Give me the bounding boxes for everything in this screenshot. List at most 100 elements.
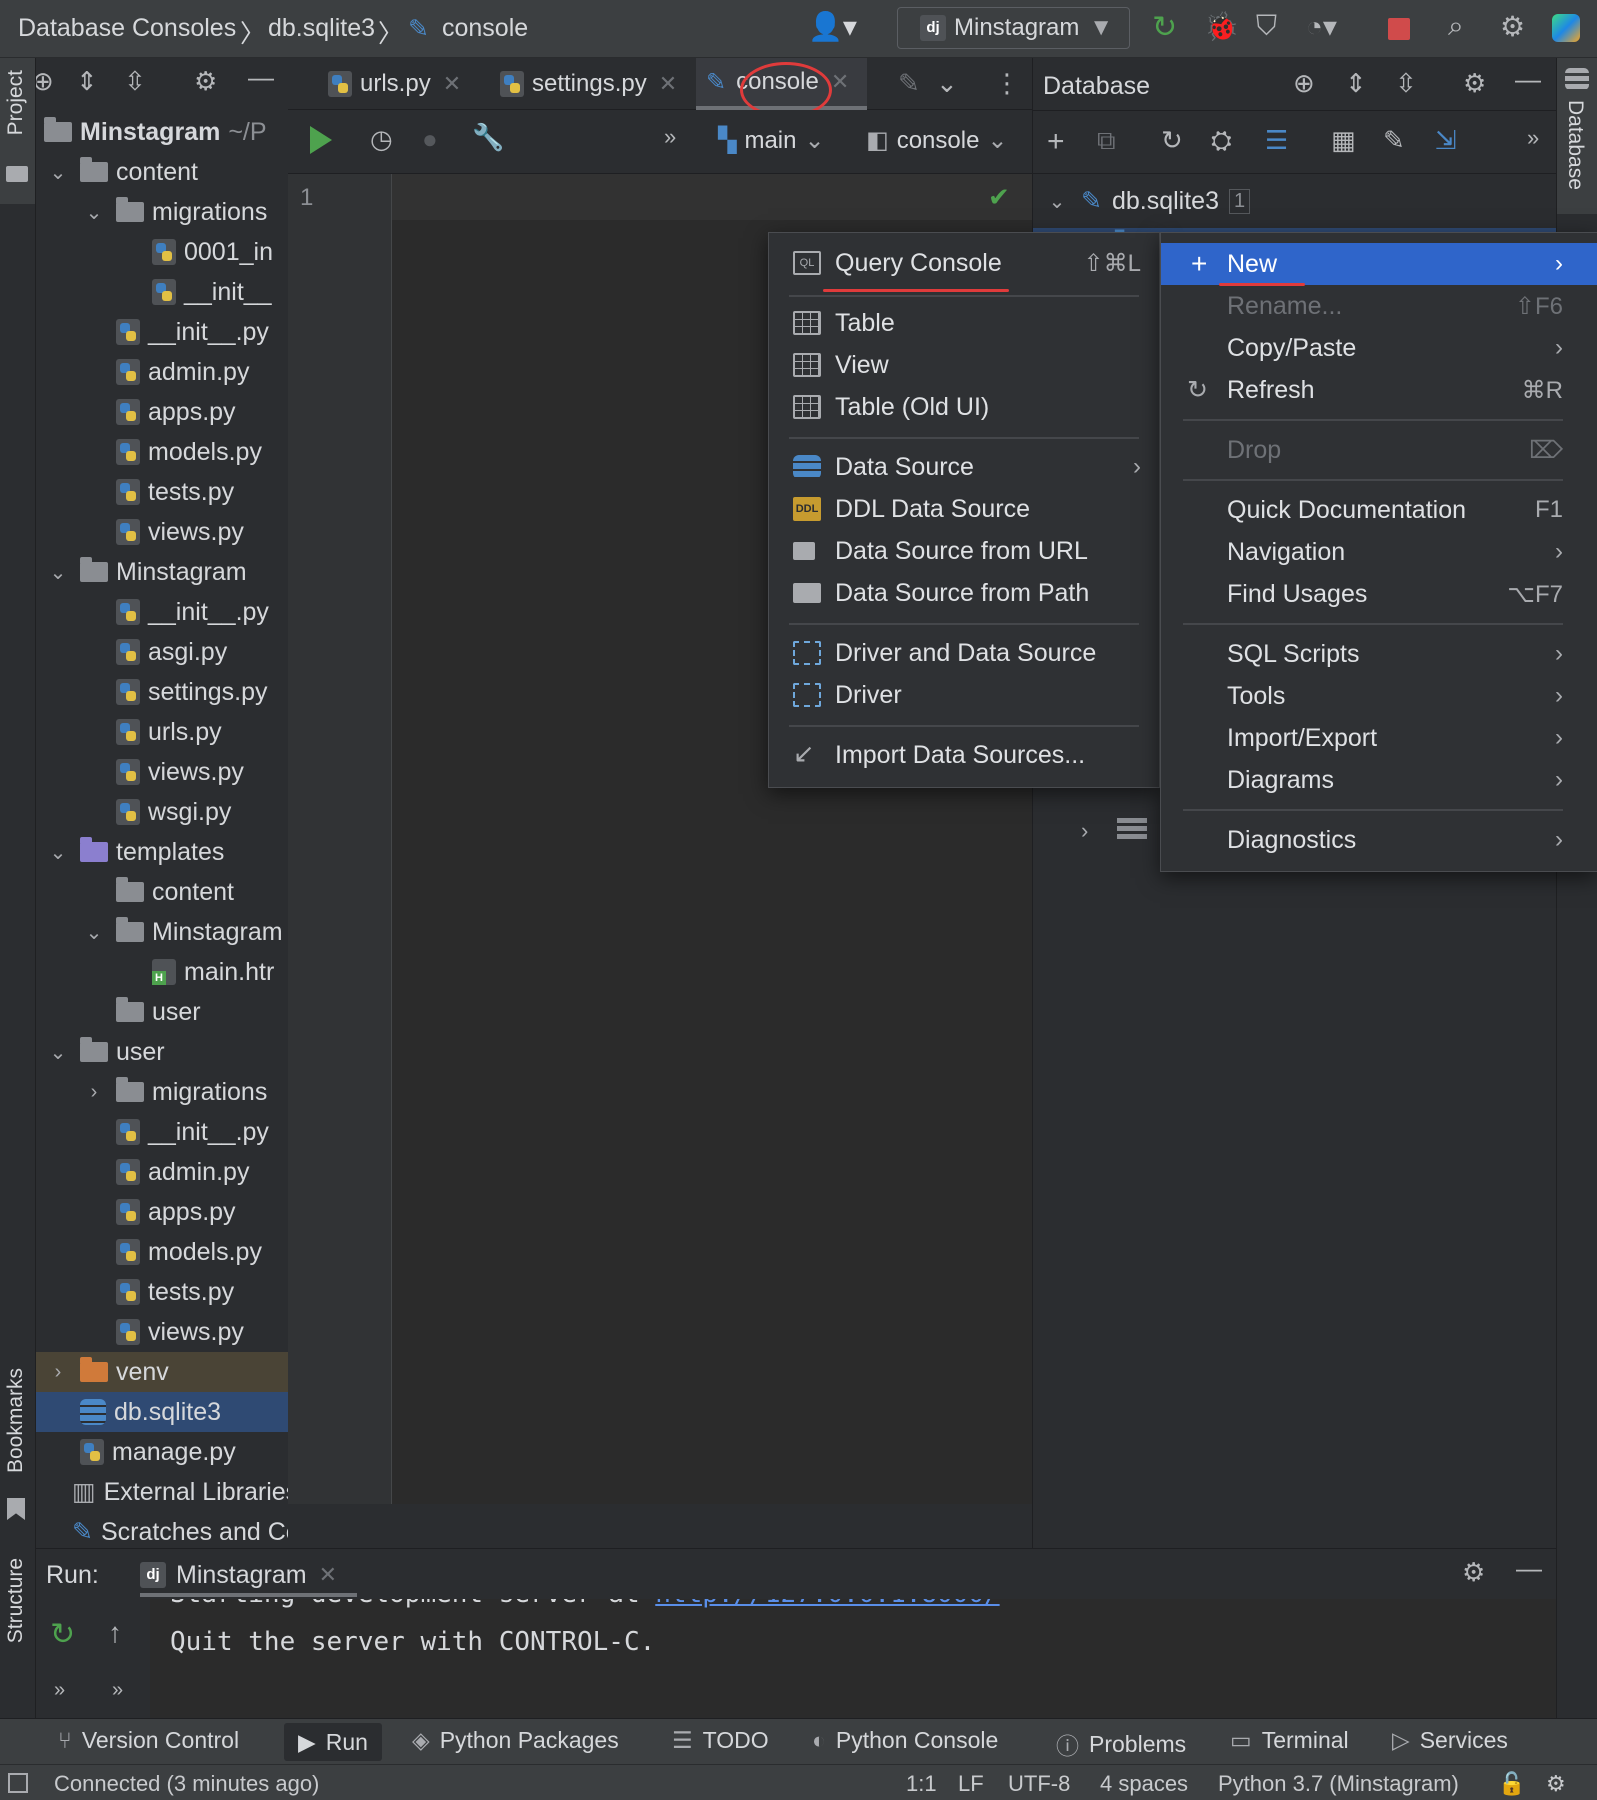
coverage-icon[interactable]: ⛉ — [1256, 10, 1277, 43]
structure-tool-button[interactable]: Structure — [4, 1558, 28, 1643]
status-message[interactable]: Connected (3 minutes ago) — [54, 1771, 319, 1797]
expand-all-icon[interactable]: ⇕ — [1345, 68, 1367, 99]
tool-problems[interactable]: ⓘ Problems — [1056, 1727, 1186, 1761]
menu-item-refresh[interactable]: ↻ Refresh ⌘R — [1187, 370, 1563, 410]
tree-item[interactable]: apps.py — [84, 392, 288, 432]
tree-item[interactable]: ⌄ Minstagram — [84, 912, 288, 952]
tool-python-console[interactable]: ◐ Python Console — [812, 1727, 998, 1754]
tree-item[interactable]: apps.py — [84, 1192, 288, 1232]
menu-item-sql-scripts[interactable]: SQL Scripts › — [1227, 634, 1563, 674]
debug-icon[interactable]: 🐞 — [1204, 10, 1239, 43]
menu-item-data-source-path[interactable]: Data Source from Path — [793, 573, 1089, 613]
run-console-output[interactable]: Starting development server at http://12… — [150, 1599, 1556, 1719]
locate-icon[interactable]: ⊕ — [1293, 68, 1315, 99]
tree-item[interactable]: tests.py — [84, 1272, 288, 1312]
server-url-link[interactable]: http://127.0.0.1:8000/ — [655, 1599, 999, 1609]
status-interpreter[interactable]: Python 3.7 (Minstagram) — [1218, 1771, 1459, 1797]
project-tool-window-button[interactable]: Project — [0, 58, 35, 204]
menu-item-query-console[interactable]: QL Query Console ⇧⌘L — [793, 243, 1141, 283]
tool-terminal[interactable]: ▭ Terminal — [1230, 1727, 1349, 1754]
schema-selector[interactable]: ▚ main ⌄ — [718, 126, 825, 155]
gear-icon[interactable]: ⚙ — [194, 66, 217, 97]
breadcrumb-database-consoles[interactable]: Database Consoles — [18, 14, 236, 43]
schema-sync-icon[interactable]: ⛭ — [1211, 125, 1232, 157]
menu-item-driver[interactable]: Driver — [793, 675, 902, 715]
scroll-up-icon[interactable]: ↑ — [108, 1617, 122, 1649]
chevron-down-icon[interactable]: ⌄ — [84, 920, 104, 945]
database-tool-window-button[interactable]: Database — [1557, 58, 1597, 214]
menu-item-new[interactable]: + New › — [1191, 244, 1563, 284]
chevron-right-icon[interactable]: › — [1081, 818, 1088, 844]
rerun-icon[interactable]: ↻ — [50, 1617, 75, 1652]
edit-icon[interactable]: ✎ — [1383, 125, 1405, 156]
tool-run[interactable]: ▶ Run — [284, 1723, 382, 1761]
collapse-all-icon[interactable]: ⇳ — [124, 66, 146, 97]
tab-urls-py[interactable]: urls.py ✕ — [328, 58, 461, 110]
tree-item[interactable]: ⌄ migrations — [84, 192, 288, 232]
tree-item[interactable]: › venv — [36, 1352, 288, 1392]
tree-item[interactable]: __init__.py — [84, 1112, 288, 1152]
tree-item[interactable]: views.py — [84, 1312, 288, 1352]
toggle-tool-windows-icon[interactable] — [8, 1773, 28, 1793]
menu-item-navigation[interactable]: Navigation › — [1227, 532, 1563, 572]
run-configuration-selector[interactable]: dj Minstagram ▼ — [897, 7, 1130, 49]
more-chevron-icon[interactable]: » — [1527, 125, 1539, 151]
tree-item[interactable]: manage.py — [48, 1432, 288, 1472]
close-icon[interactable]: ✕ — [443, 71, 461, 97]
more-chevron-icon[interactable]: » — [54, 1679, 65, 1702]
select-opened-file-icon[interactable]: ⊕ — [36, 66, 54, 97]
tree-item[interactable]: tests.py — [84, 472, 288, 512]
tree-item[interactable]: views.py — [84, 512, 288, 552]
search-icon[interactable]: ⌕ — [1448, 10, 1464, 43]
tree-item[interactable]: wsgi.py — [84, 792, 288, 832]
menu-item-quick-documentation[interactable]: Quick Documentation F1 — [1227, 490, 1563, 530]
more-chevron-icon[interactable]: » — [112, 1679, 123, 1702]
tool-services[interactable]: ▷ Services — [1392, 1727, 1508, 1754]
chevron-down-icon[interactable]: ⌄ — [84, 200, 104, 225]
gear-icon[interactable]: ⚙ — [1463, 68, 1486, 99]
menu-item-copy-paste[interactable]: Copy/Paste › — [1227, 328, 1563, 368]
tree-item[interactable]: ⌄ Minstagram — [48, 552, 288, 592]
tree-item[interactable]: ⌄ user — [48, 1032, 288, 1072]
tree-item[interactable]: › migrations — [84, 1072, 288, 1112]
menu-item-data-source[interactable]: Data Source › — [793, 447, 1141, 487]
jetbrains-logo-icon[interactable] — [1552, 14, 1580, 42]
tree-item[interactable]: ▥ External Libraries — [40, 1472, 288, 1512]
minimize-icon[interactable]: — — [248, 62, 274, 93]
expand-all-icon[interactable]: ⇕ — [76, 66, 98, 97]
chevron-down-icon[interactable]: ⌄ — [936, 68, 958, 99]
tool-todo[interactable]: ☰ TODO — [672, 1727, 769, 1754]
tree-item[interactable]: models.py — [84, 432, 288, 472]
data-source-properties-icon[interactable]: ☰ — [1265, 125, 1288, 156]
tree-item[interactable]: admin.py — [84, 352, 288, 392]
breadcrumb-console[interactable]: console — [442, 14, 528, 43]
status-line-separator[interactable]: LF — [958, 1771, 984, 1797]
menu-item-ddl-data-source[interactable]: DDL DDL Data Source — [793, 489, 1030, 529]
lock-icon[interactable]: 🔓 — [1498, 1771, 1525, 1797]
feather-icon[interactable]: ✎ — [898, 68, 920, 99]
tree-item[interactable]: urls.py — [84, 712, 288, 752]
db-tree-root[interactable]: ⌄ ✎ db.sqlite3 1 — [1047, 186, 1251, 216]
rerun-icon[interactable]: ↻ — [1152, 10, 1177, 45]
tree-item[interactable]: asgi.py — [84, 632, 288, 672]
close-icon[interactable]: ✕ — [831, 69, 849, 95]
tree-item[interactable]: settings.py — [84, 672, 288, 712]
tree-item[interactable]: __init__ — [120, 272, 288, 312]
gear-icon[interactable]: ⚙ — [1462, 1557, 1485, 1588]
run-tab-minstagram[interactable]: dj Minstagram ✕ — [140, 1557, 358, 1597]
tree-item[interactable]: ⌄ templates — [48, 832, 288, 872]
menu-item-driver-and-data-source[interactable]: Driver and Data Source — [793, 633, 1096, 673]
close-icon[interactable]: ✕ — [319, 1562, 337, 1588]
tree-item[interactable]: main.htr — [120, 952, 288, 992]
tab-settings-py[interactable]: settings.py ✕ — [500, 58, 677, 110]
tree-item[interactable]: views.py — [84, 752, 288, 792]
execute-icon[interactable] — [310, 126, 332, 154]
menu-item-tools[interactable]: Tools › — [1227, 676, 1563, 716]
menu-item-import-export[interactable]: Import/Export › — [1227, 718, 1563, 758]
tree-item[interactable]: 0001_in — [120, 232, 288, 272]
tool-version-control[interactable]: ⑂ Version Control — [58, 1727, 239, 1754]
stop-icon[interactable] — [1388, 18, 1410, 40]
settings-cloud-icon[interactable]: ⚙ — [1546, 1771, 1566, 1797]
chevron-down-icon[interactable]: ⌄ — [48, 560, 68, 585]
more-icon[interactable]: ⋮ — [994, 68, 1020, 99]
